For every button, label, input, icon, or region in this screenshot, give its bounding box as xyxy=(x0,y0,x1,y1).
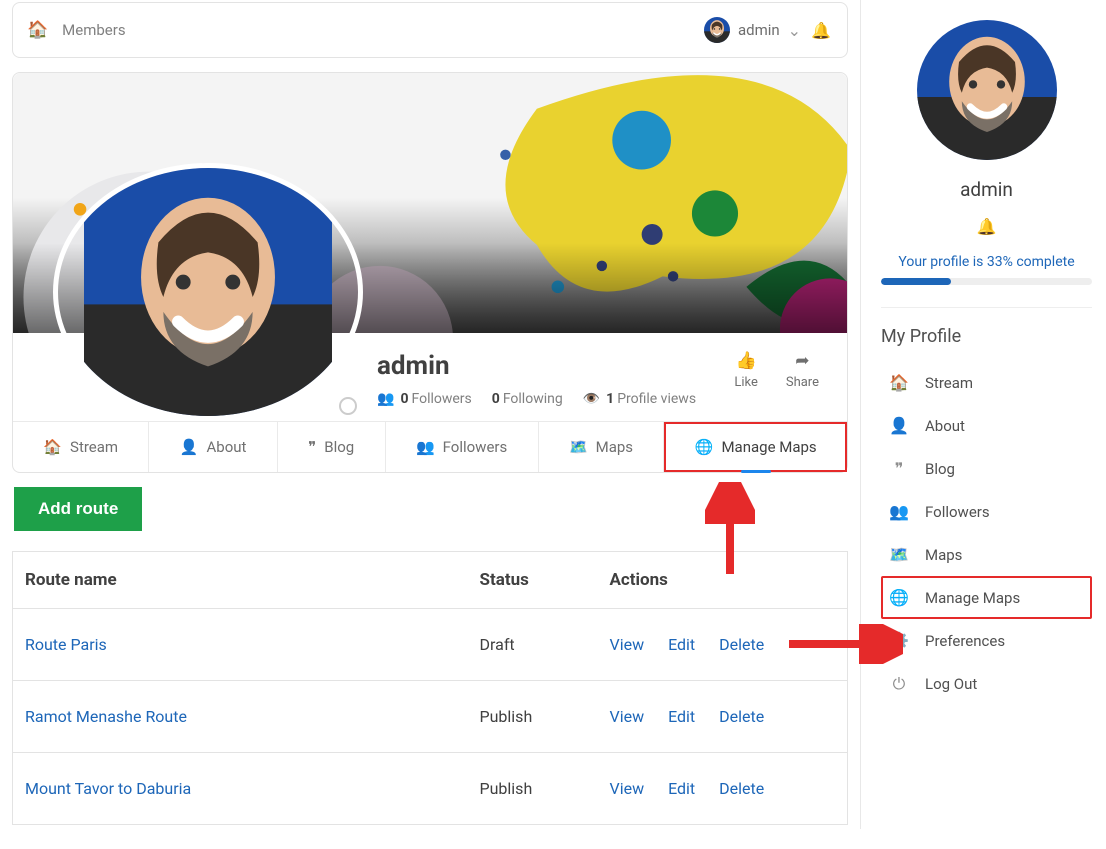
quote-icon: ❞ xyxy=(889,459,909,478)
add-route-button[interactable]: Add route xyxy=(14,487,142,531)
sidebar-item-manage-maps[interactable]: 🌐Manage Maps xyxy=(881,576,1092,619)
globe-icon: 🌐 xyxy=(889,588,909,607)
breadcrumb[interactable]: Members xyxy=(56,21,704,39)
tab-stream[interactable]: 🏠Stream xyxy=(13,422,149,472)
sidebar-heading: My Profile xyxy=(881,326,1092,347)
map-icon: 🗺️ xyxy=(889,545,909,564)
topbar: 🏠 Members admin ⌄ 🔔 xyxy=(12,2,848,58)
route-link[interactable]: Ramot Menashe Route xyxy=(25,707,187,726)
home-icon[interactable]: 🏠 xyxy=(25,20,56,40)
globe-icon: 🌐 xyxy=(695,438,714,456)
tab-about[interactable]: 👤About xyxy=(149,422,277,472)
quote-icon: ❞ xyxy=(308,438,316,456)
edit-link[interactable]: Edit xyxy=(668,635,695,654)
tab-blog[interactable]: ❞Blog xyxy=(278,422,386,472)
th-actions: Actions xyxy=(598,552,848,609)
display-name: admin xyxy=(377,351,720,381)
sidebar-bell-icon[interactable]: 🔔 xyxy=(881,217,1092,236)
profile-tabs: 🏠Stream 👤About ❞Blog 👥Followers 🗺️Maps 🌐… xyxy=(13,421,847,472)
sidebar-username: admin xyxy=(881,178,1092,201)
edit-link[interactable]: Edit xyxy=(668,779,695,798)
topbar-avatar[interactable] xyxy=(704,17,730,43)
sidebar-item-logout[interactable]: ⏻Log Out xyxy=(881,662,1092,706)
profile-card: admin 👥0Followers 0Following 👁️1Profile … xyxy=(12,72,848,473)
route-link[interactable]: Mount Tavor to Daburia xyxy=(25,779,191,798)
view-link[interactable]: View xyxy=(610,707,645,726)
share-icon: ➦ xyxy=(786,351,819,371)
sidebar-item-stream[interactable]: 🏠Stream xyxy=(881,361,1092,404)
home-icon: 🏠 xyxy=(43,438,62,456)
sidebar-item-about[interactable]: 👤About xyxy=(881,404,1092,447)
tab-followers[interactable]: 👥Followers xyxy=(386,422,539,472)
edit-link[interactable]: Edit xyxy=(668,707,695,726)
user-icon: 👤 xyxy=(889,416,909,435)
table-row: Ramot Menashe Route Publish View Edit De… xyxy=(13,681,848,753)
sidebar-item-followers[interactable]: 👥Followers xyxy=(881,490,1092,533)
route-status: Publish xyxy=(468,753,598,825)
tab-manage-maps[interactable]: 🌐Manage Maps xyxy=(664,422,847,472)
map-icon: 🗺️ xyxy=(569,438,588,456)
sidebar-item-blog[interactable]: ❞Blog xyxy=(881,447,1092,490)
route-status: Publish xyxy=(468,681,598,753)
followers-icon: 👥 xyxy=(377,391,394,407)
table-row: Mount Tavor to Daburia Publish View Edit… xyxy=(13,753,848,825)
route-link[interactable]: Route Paris xyxy=(25,635,107,654)
eye-icon: 👁️ xyxy=(583,391,600,407)
view-link[interactable]: View xyxy=(610,635,645,654)
followers-icon: 👥 xyxy=(889,502,909,521)
tab-maps[interactable]: 🗺️Maps xyxy=(539,422,665,472)
sidebar-item-preferences[interactable]: ⚙️Preferences xyxy=(881,619,1092,662)
delete-link[interactable]: Delete xyxy=(719,635,764,654)
profile-stats: 👥0Followers 0Following 👁️1Profile views xyxy=(377,391,720,407)
profile-avatar[interactable] xyxy=(53,163,363,421)
topbar-username[interactable]: admin xyxy=(738,21,780,39)
sidebar-menu: 🏠Stream 👤About ❞Blog 👥Followers 🗺️Maps 🌐… xyxy=(881,361,1092,706)
gear-icon: ⚙️ xyxy=(889,631,909,650)
routes-table: Route name Status Actions Route Paris Dr… xyxy=(12,551,848,825)
status-indicator xyxy=(339,397,357,415)
like-button[interactable]: 👍Like xyxy=(734,351,758,421)
user-icon: 👤 xyxy=(180,438,199,456)
bell-icon[interactable]: 🔔 xyxy=(811,21,831,40)
followers-icon: 👥 xyxy=(416,438,435,456)
sidebar-avatar[interactable] xyxy=(917,20,1057,160)
delete-link[interactable]: Delete xyxy=(719,779,764,798)
profile-completion-text: Your profile is 33% complete xyxy=(881,254,1092,270)
sidebar: admin 🔔 Your profile is 33% complete My … xyxy=(860,0,1106,829)
route-status: Draft xyxy=(468,609,598,681)
th-route-name: Route name xyxy=(13,552,468,609)
th-status: Status xyxy=(468,552,598,609)
share-button[interactable]: ➦Share xyxy=(786,351,819,421)
delete-link[interactable]: Delete xyxy=(719,707,764,726)
chevron-down-icon[interactable]: ⌄ xyxy=(788,21,801,40)
thumbs-up-icon: 👍 xyxy=(734,351,758,371)
power-icon: ⏻ xyxy=(889,674,909,694)
table-row: Route Paris Draft View Edit Delete xyxy=(13,609,848,681)
sidebar-item-maps[interactable]: 🗺️Maps xyxy=(881,533,1092,576)
view-link[interactable]: View xyxy=(610,779,645,798)
profile-completion-bar xyxy=(881,278,1092,285)
home-icon: 🏠 xyxy=(889,373,909,392)
